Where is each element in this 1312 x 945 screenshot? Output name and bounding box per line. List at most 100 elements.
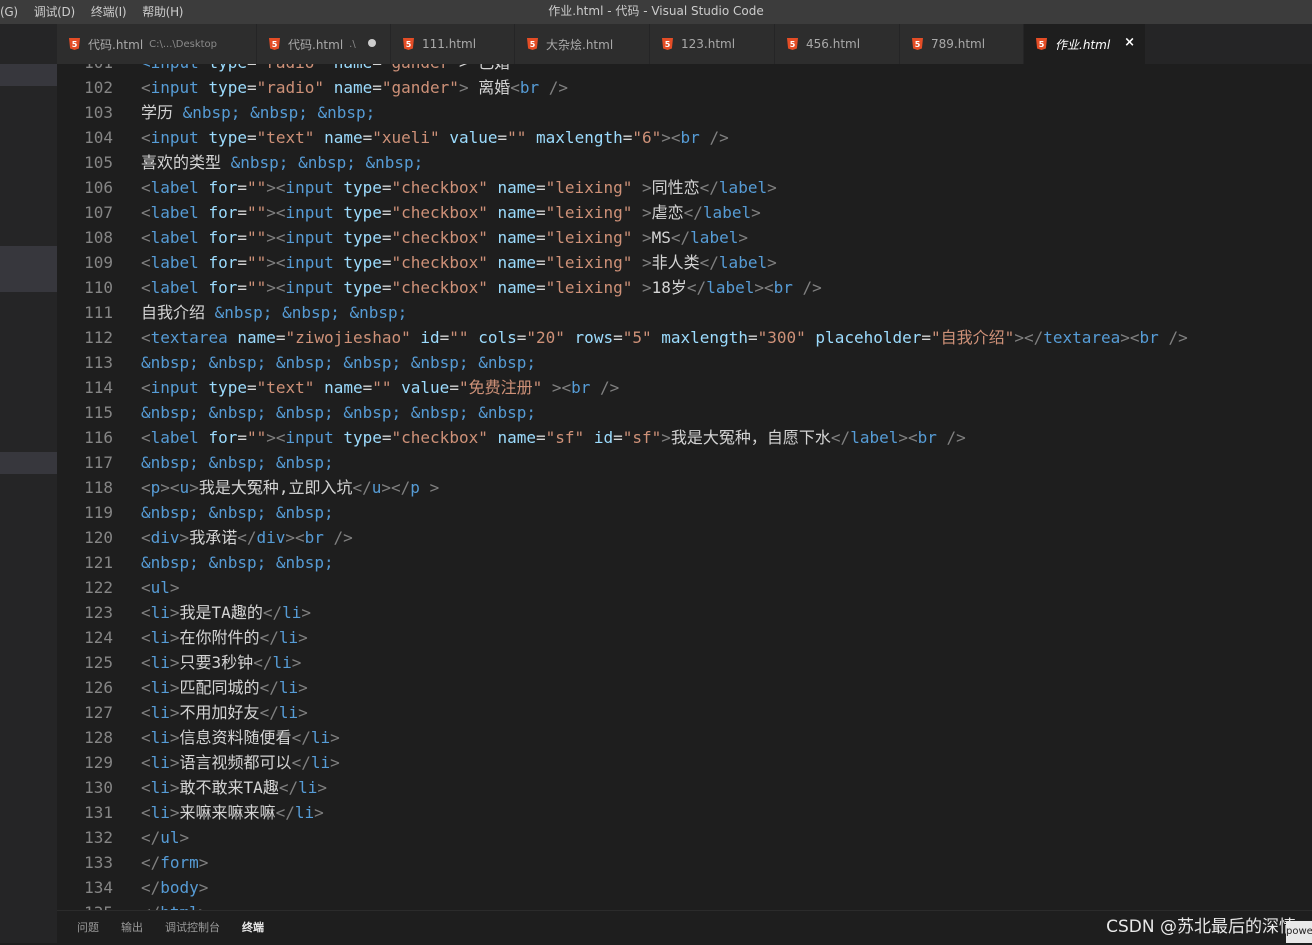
line-number: 135 xyxy=(57,900,113,910)
editor-tab[interactable]: 5 代码.html C:\...\Desktop xyxy=(57,24,257,64)
code-text: <textarea name="ziwojieshao" id="" cols=… xyxy=(141,328,1188,347)
code-line: 102 <input type="radio" name="gander"> 离婚… xyxy=(57,75,1312,100)
code-text: </html> xyxy=(141,900,208,910)
editor-tab[interactable]: 5 789.html xyxy=(900,24,1024,64)
code-text: <label for=""><input type="checkbox" nam… xyxy=(141,178,777,197)
line-number: 106 xyxy=(84,178,113,197)
code-text: <li>来嘛来嘛来嘛</li> xyxy=(141,803,324,822)
watermark: CSDN @苏北最后的深情 xyxy=(1106,917,1296,937)
code-line: 103 学历 &nbsp; &nbsp; &nbsp; xyxy=(57,100,1312,125)
line-number: 117 xyxy=(84,453,113,472)
sidebar-highlight xyxy=(0,452,57,474)
code-line: 130 <li>敢不敢来TA趣</li> xyxy=(57,775,1312,800)
line-number: 110 xyxy=(84,278,113,297)
panel-tab[interactable]: 输出 xyxy=(121,911,143,945)
line-number: 113 xyxy=(84,353,113,372)
menu-item-terminal[interactable]: 终端(I) xyxy=(83,0,134,24)
editor-tab[interactable]: 5 作业.html × xyxy=(1024,24,1146,64)
code-text: <input type="radio" name="gander"> 离婚<br… xyxy=(141,78,569,97)
line-number: 114 xyxy=(84,378,113,397)
line-number: 119 xyxy=(84,503,113,522)
html5-icon: 5 xyxy=(269,38,280,50)
line-number: 107 xyxy=(84,203,113,222)
panel-tab[interactable]: 问题 xyxy=(77,911,99,945)
line-number: 126 xyxy=(84,678,113,697)
code-line: 129 <li>语言视频都可以</li> xyxy=(57,750,1312,775)
tab-label: 代码.html xyxy=(288,37,344,52)
code-text: <input type="text" name="" value="免费注册" … xyxy=(141,378,620,397)
code-text: <li>敢不敢来TA趣</li> xyxy=(141,778,327,797)
code-editor[interactable]: 101 <input type="radio" name="gander"> 已婚… xyxy=(57,64,1312,910)
code-line: 135 </html> xyxy=(57,900,1312,910)
code-text: <label for=""><input type="checkbox" nam… xyxy=(141,428,966,447)
tab-label: 456.html xyxy=(806,37,861,51)
window-title: 作业.html - 代码 - Visual Studio Code xyxy=(548,4,764,18)
code-line: 131 <li>来嘛来嘛来嘛</li> xyxy=(57,800,1312,825)
line-number: 122 xyxy=(84,578,113,597)
editor-tab[interactable]: 5 代码.html .\ xyxy=(257,24,391,64)
line-number: 123 xyxy=(84,603,113,622)
code-line: 116 <label for=""><input type="checkbox" … xyxy=(57,425,1312,450)
menu-bar: (G) 调试(D) 终端(I) 帮助(H) xyxy=(0,0,191,24)
editor-tab[interactable]: 5 456.html xyxy=(775,24,900,64)
code-line: 112 <textarea name="ziwojieshao" id="" co… xyxy=(57,325,1312,350)
line-number: 116 xyxy=(84,428,113,447)
unsaved-dot-icon[interactable] xyxy=(368,39,376,47)
code-text: &nbsp; &nbsp; &nbsp; &nbsp; &nbsp; &nbsp… xyxy=(141,403,536,422)
line-number: 112 xyxy=(84,328,113,347)
code-text: <li>匹配同城的</li> xyxy=(141,678,308,697)
code-text: 自我介绍 &nbsp; &nbsp; &nbsp; xyxy=(141,303,408,322)
menu-item-debug[interactable]: 调试(D) xyxy=(26,0,83,24)
editor-tab[interactable]: 5 123.html xyxy=(650,24,775,64)
code-text: &nbsp; &nbsp; &nbsp; xyxy=(141,553,334,572)
menu-item-go[interactable]: (G) xyxy=(0,0,26,24)
line-number: 128 xyxy=(84,728,113,747)
line-number: 105 xyxy=(84,153,113,172)
line-number: 127 xyxy=(84,703,113,722)
corner-badge: powe xyxy=(1286,921,1312,943)
line-number: 104 xyxy=(84,128,113,147)
code-text: &nbsp; &nbsp; &nbsp; &nbsp; &nbsp; &nbsp… xyxy=(141,353,536,372)
line-number: 101 xyxy=(57,64,113,75)
line-number: 118 xyxy=(84,478,113,497)
html5-icon: 5 xyxy=(527,38,538,50)
line-number: 130 xyxy=(84,778,113,797)
side-panel xyxy=(0,24,57,943)
code-text: <li>语言视频都可以</li> xyxy=(141,753,340,772)
code-text: </form> xyxy=(141,853,209,872)
code-text: <label for=""><input type="checkbox" nam… xyxy=(141,228,748,247)
code-text: </ul> xyxy=(141,828,190,847)
code-text: <label for=""><input type="checkbox" nam… xyxy=(141,253,777,272)
code-line: 123 <li>我是TA趣的</li> xyxy=(57,600,1312,625)
code-line: 132 </ul> xyxy=(57,825,1312,850)
code-line: 126 <li>匹配同城的</li> xyxy=(57,675,1312,700)
code-line: 127 <li>不用加好友</li> xyxy=(57,700,1312,725)
code-line: 108 <label for=""><input type="checkbox" … xyxy=(57,225,1312,250)
html5-icon: 5 xyxy=(403,38,414,50)
tab-label: 111.html xyxy=(422,37,477,51)
editor-tab[interactable]: 5 大杂烩.html xyxy=(515,24,650,64)
line-number: 121 xyxy=(84,553,113,572)
panel-tab[interactable]: 终端 xyxy=(242,911,264,945)
code-text: <input type="radio" name="gander"> 已婚 xyxy=(141,64,510,75)
line-number: 129 xyxy=(84,753,113,772)
sidebar-highlight xyxy=(0,64,57,86)
code-text: <li>不用加好友</li> xyxy=(141,703,308,722)
code-text: <li>我是TA趣的</li> xyxy=(141,603,311,622)
code-line: 111 自我介绍 &nbsp; &nbsp; &nbsp; xyxy=(57,300,1312,325)
line-number: 120 xyxy=(84,528,113,547)
tab-label: 代码.html xyxy=(88,37,144,52)
code-line: 134 </body> xyxy=(57,875,1312,900)
html5-icon: 5 xyxy=(1036,38,1047,50)
line-number: 102 xyxy=(84,78,113,97)
code-text: <label for=""><input type="checkbox" nam… xyxy=(141,278,822,297)
menu-item-help[interactable]: 帮助(H) xyxy=(134,0,191,24)
sidebar-highlight xyxy=(0,246,57,292)
tab-label: 作业.html xyxy=(1055,37,1111,52)
close-icon[interactable]: × xyxy=(1124,35,1135,50)
editor-tab[interactable]: 5 111.html xyxy=(391,24,515,64)
code-line: 125 <li>只要3秒钟</li> xyxy=(57,650,1312,675)
code-text: </body> xyxy=(141,878,209,897)
code-line: 128 <li>信息资料随便看</li> xyxy=(57,725,1312,750)
panel-tab[interactable]: 调试控制台 xyxy=(165,911,220,945)
